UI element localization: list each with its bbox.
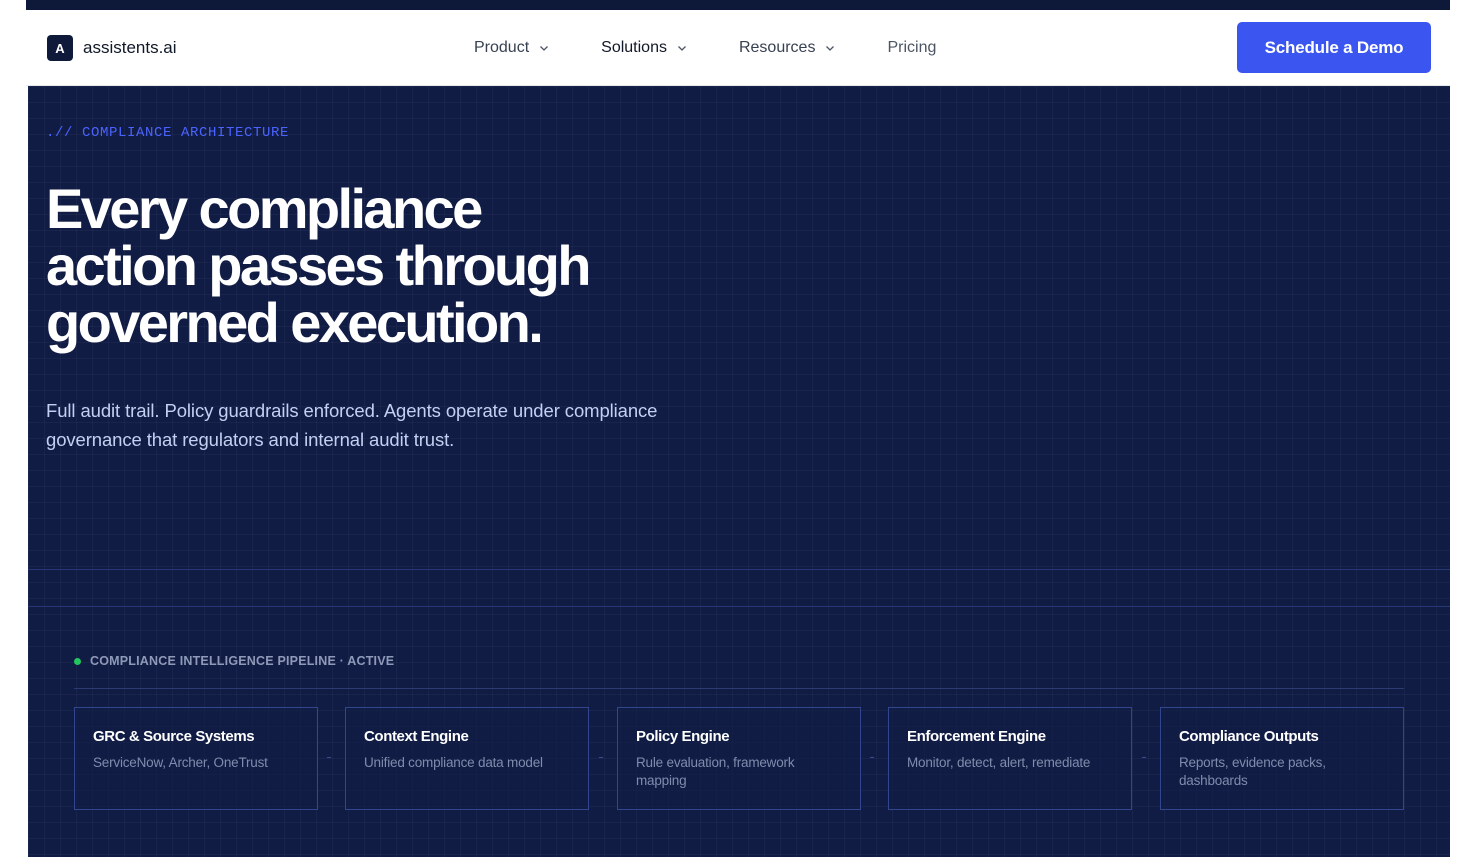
brand-name: assistents.ai <box>83 38 177 57</box>
nav-product-dropdown[interactable]: Product <box>474 39 549 57</box>
top-navbar: A assistents.ai Product Solutions Resour… <box>26 10 1450 86</box>
section-eyebrow: .// COMPLIANCE ARCHITECTURE <box>46 125 290 141</box>
pipeline-stage-card[interactable]: Policy Engine Rule evaluation, framework… <box>617 707 861 810</box>
pipeline-stage-card[interactable]: Enforcement Engine Monitor, detect, aler… <box>888 707 1132 810</box>
subhead-line: Full audit trail. Policy guardrails enfo… <box>46 400 658 421</box>
stage-title: Enforcement Engine <box>907 728 1046 745</box>
headline-line: action passes through <box>46 234 591 297</box>
pipeline-stages: GRC & Source Systems ServiceNow, Archer,… <box>74 707 1404 810</box>
stage-title: Compliance Outputs <box>1179 728 1319 745</box>
subhead-line: governance that regulators and internal … <box>46 429 455 450</box>
stage-description: Reports, evidence packs, dashboards <box>1179 755 1326 788</box>
nav-resources-dropdown[interactable]: Resources <box>739 39 835 57</box>
brand-logo-link[interactable]: A assistents.ai <box>47 35 177 61</box>
nav-item-label: Pricing <box>887 39 937 56</box>
nav-item-label: Product <box>474 39 530 56</box>
hero-section: .// COMPLIANCE ARCHITECTURE Every compli… <box>28 86 1450 857</box>
main-nav: Product Solutions Resources Pricing <box>474 10 936 86</box>
section-divider <box>28 606 1450 607</box>
nav-item-label: Resources <box>738 39 816 56</box>
pipeline-stage-card[interactable]: Compliance Outputs Reports, evidence pac… <box>1160 707 1404 810</box>
nav-pricing-link[interactable]: Pricing <box>887 39 936 57</box>
chevron-down-icon <box>678 46 686 51</box>
logo-mark-icon: A <box>47 35 73 61</box>
pipeline-stage-card[interactable]: Context Engine Unified compliance data m… <box>345 707 589 810</box>
section-divider <box>28 569 1450 570</box>
nav-item-label: Solutions <box>601 39 667 56</box>
headline-line: governed execution. <box>46 291 544 354</box>
stage-connector <box>870 757 874 758</box>
stage-connector <box>599 757 603 758</box>
nav-solutions-dropdown[interactable]: Solutions <box>601 39 687 57</box>
hero-headline: Every compliance action passes through g… <box>46 180 686 351</box>
schedule-demo-button[interactable]: Schedule a Demo <box>1237 22 1431 73</box>
pipeline-stage-card[interactable]: GRC & Source Systems ServiceNow, Archer,… <box>74 707 318 810</box>
chevron-down-icon <box>826 46 835 51</box>
stage-description: Rule evaluation, framework mapping <box>636 755 795 788</box>
pipeline-divider <box>74 688 1404 689</box>
pipeline-status-label: COMPLIANCE INTELLIGENCE PIPELINE · ACTIV… <box>90 654 395 668</box>
stage-title: GRC & Source Systems <box>93 728 255 745</box>
stage-connector <box>327 757 331 758</box>
chevron-down-icon <box>540 46 549 51</box>
stage-description: Unified compliance data model <box>364 755 543 770</box>
pipeline-status: COMPLIANCE INTELLIGENCE PIPELINE · ACTIV… <box>74 654 394 668</box>
stage-description: ServiceNow, Archer, OneTrust <box>93 755 268 770</box>
hero-subheading: Full audit trail. Policy guardrails enfo… <box>46 396 706 454</box>
stage-title: Context Engine <box>364 728 469 745</box>
status-dot-icon <box>74 657 81 665</box>
headline-line: Every compliance <box>46 177 483 240</box>
stage-title: Policy Engine <box>636 728 730 745</box>
top-strip <box>26 0 1450 10</box>
stage-connector <box>1142 757 1146 758</box>
stage-description: Monitor, detect, alert, remediate <box>907 755 1091 770</box>
